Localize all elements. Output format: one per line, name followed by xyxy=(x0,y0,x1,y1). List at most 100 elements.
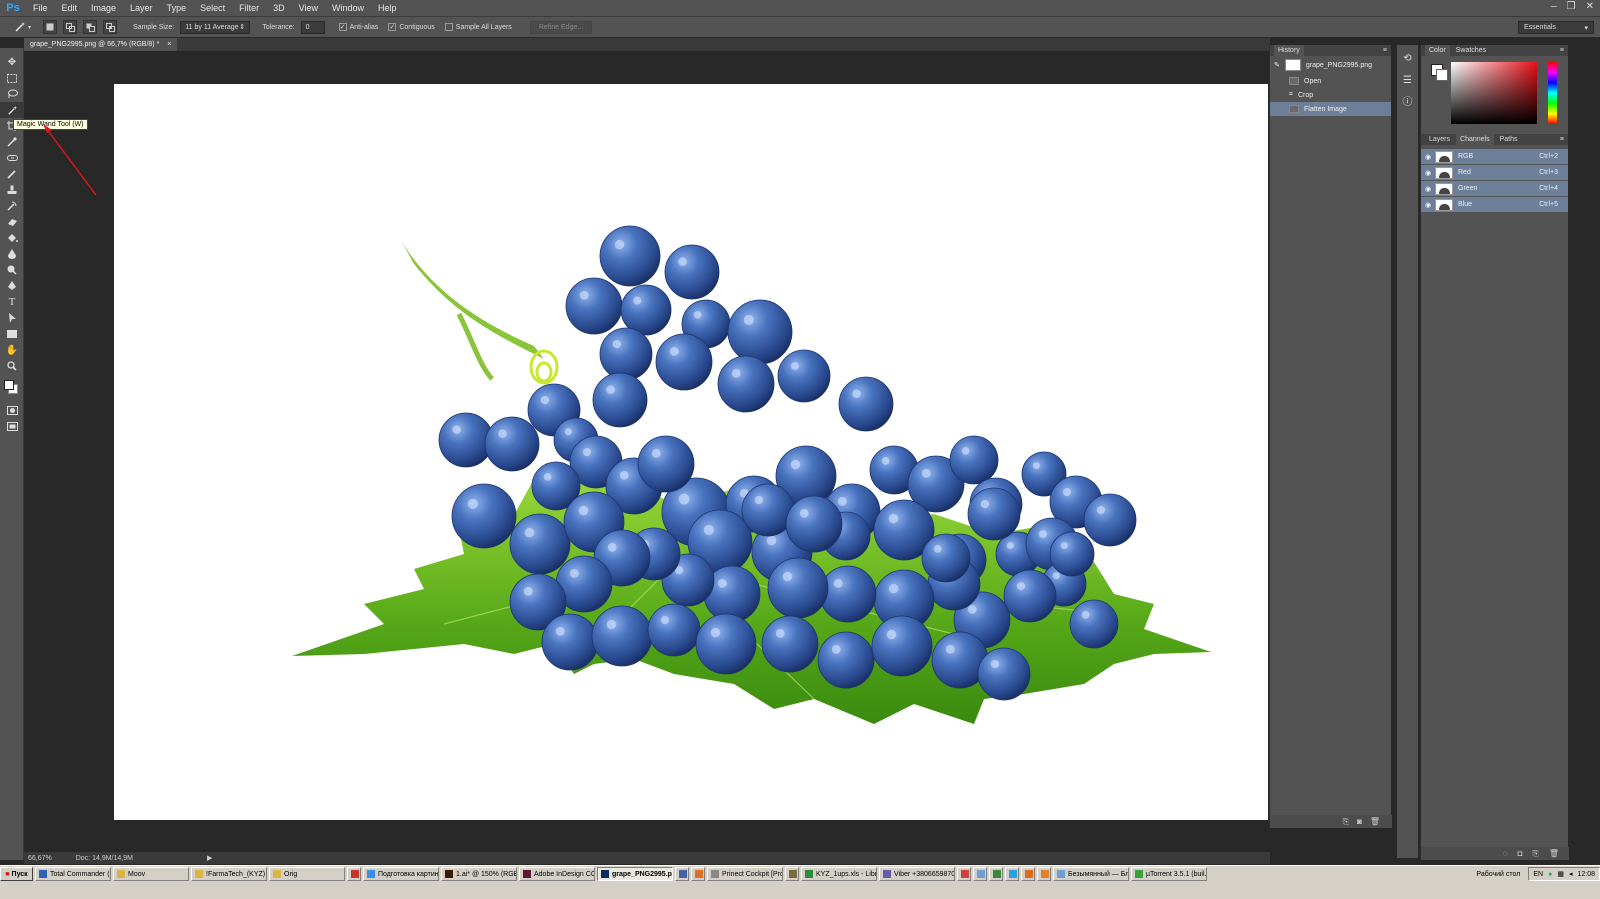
foreground-color-swatch[interactable] xyxy=(4,380,14,390)
hand-tool-icon[interactable]: ✋ xyxy=(0,342,24,358)
contiguous-checkbox[interactable]: ✓ Contiguous xyxy=(388,23,435,31)
dodge-tool-icon[interactable] xyxy=(0,262,24,278)
channel-red[interactable]: ◉ Red Ctrl+3 xyxy=(1421,165,1568,181)
sample-size-select[interactable]: 11 by 11 Average ⇕ xyxy=(180,20,251,34)
restore-icon[interactable]: ❐ xyxy=(1567,1,1576,12)
path-selection-tool-icon[interactable] xyxy=(0,310,24,326)
trash-icon[interactable]: 🗑 xyxy=(1549,849,1559,858)
taskbar-button[interactable] xyxy=(347,867,361,881)
taskbar-button[interactable]: Prinect Cockpit [Prod... xyxy=(707,867,783,881)
tray-volume-icon[interactable]: ◂ xyxy=(1569,870,1573,878)
zoom-level[interactable]: 66,67% xyxy=(28,855,52,862)
blur-tool-icon[interactable] xyxy=(0,246,24,262)
eye-icon[interactable]: ◉ xyxy=(1421,201,1435,209)
eraser-tool-icon[interactable] xyxy=(0,214,24,230)
tool-preset-picker[interactable]: ▾ xyxy=(14,21,31,33)
snapshot-camera-icon[interactable]: ◙ xyxy=(1357,817,1362,826)
properties-panel-icon[interactable]: ☰ xyxy=(1400,73,1416,87)
intersect-selection-button[interactable] xyxy=(103,20,118,34)
hue-slider[interactable] xyxy=(1548,62,1557,124)
rectangle-tool-icon[interactable] xyxy=(0,326,24,342)
load-channel-selection-icon[interactable]: ◌ xyxy=(1503,849,1508,858)
sample-all-layers-checkbox[interactable]: Sample All Layers xyxy=(444,23,512,31)
taskbar-button[interactable] xyxy=(785,867,799,881)
color-field[interactable] xyxy=(1451,62,1537,124)
taskbar-button[interactable]: KYZ_1ups.xls - Libre... xyxy=(801,867,877,881)
tab-channels[interactable]: Channels xyxy=(1456,134,1494,145)
menu-select[interactable]: Select xyxy=(193,0,232,17)
pen-tool-icon[interactable] xyxy=(0,278,24,294)
brush-tool-icon[interactable] xyxy=(0,166,24,182)
new-channel-icon[interactable]: ⎘ xyxy=(1532,849,1538,859)
status-menu-arrow-icon[interactable]: ▶ xyxy=(207,854,212,862)
history-panel-icon[interactable]: ⟲ xyxy=(1400,51,1416,65)
workspace-switcher[interactable]: Essentials ▾ xyxy=(1518,21,1594,34)
type-tool-icon[interactable]: T xyxy=(0,294,24,310)
history-step-crop[interactable]: ⌗ Crop xyxy=(1270,88,1391,102)
taskbar-button[interactable]: 1.ai* @ 150% (RGB/... xyxy=(441,867,517,881)
screen-mode-icon[interactable] xyxy=(0,418,24,434)
magic-wand-tool-icon[interactable] xyxy=(0,102,24,118)
taskbar-button[interactable]: µTorrent 3.5.1 (buil... xyxy=(1131,867,1207,881)
panel-menu-icon[interactable]: ≡ xyxy=(1560,47,1568,54)
panel-menu-icon[interactable]: ≡ xyxy=(1560,136,1568,143)
tolerance-input[interactable]: 0 xyxy=(300,20,325,34)
lasso-tool-icon[interactable] xyxy=(0,86,24,102)
history-tab[interactable]: History xyxy=(1274,45,1304,56)
refine-edge-button[interactable]: Refine Edge... xyxy=(529,20,593,34)
subtract-selection-button[interactable] xyxy=(83,20,98,34)
desktop-toolbar[interactable]: Рабочий стол xyxy=(1472,867,1524,881)
history-step-open[interactable]: Open xyxy=(1270,74,1391,88)
channel-green[interactable]: ◉ Green Ctrl+4 xyxy=(1421,181,1568,197)
history-step-flatten-image[interactable]: Flatten Image xyxy=(1270,102,1391,116)
tab-swatches[interactable]: Swatches xyxy=(1452,47,1490,54)
panel-menu-icon[interactable]: ≡ xyxy=(1383,47,1387,54)
history-snapshot[interactable]: ✎ grape_PNG2995.png xyxy=(1270,56,1391,74)
taskbar-button[interactable]: Подготовка картин... xyxy=(363,867,439,881)
taskbar-button[interactable] xyxy=(1005,867,1019,881)
paint-bucket-tool-icon[interactable] xyxy=(0,230,24,246)
taskbar-button[interactable] xyxy=(691,867,705,881)
clock[interactable]: 12:08 xyxy=(1577,871,1595,878)
close-tab-icon[interactable]: × xyxy=(167,41,171,48)
tray-network-icon[interactable]: ▦ xyxy=(1557,870,1564,878)
taskbar-button[interactable] xyxy=(957,867,971,881)
marquee-tool-icon[interactable] xyxy=(0,70,24,86)
document-canvas[interactable] xyxy=(114,84,1268,820)
background-color-chip[interactable] xyxy=(1436,69,1448,81)
menu-image[interactable]: Image xyxy=(84,0,123,17)
channel-rgb[interactable]: ◉ RGB Ctrl+2 xyxy=(1421,149,1568,165)
menu-view[interactable]: View xyxy=(292,0,325,17)
taskbar-button[interactable] xyxy=(989,867,1003,881)
taskbar-button[interactable]: Adobe InDesign CC ... xyxy=(519,867,595,881)
taskbar-button[interactable]: Viber +380665987030 xyxy=(879,867,955,881)
color-swatches[interactable] xyxy=(0,376,23,402)
taskbar-button[interactable] xyxy=(973,867,987,881)
add-selection-button[interactable] xyxy=(63,20,78,34)
taskbar-button[interactable]: Безымянный — Бло... xyxy=(1053,867,1129,881)
trash-icon[interactable]: 🗑 xyxy=(1370,817,1380,826)
new-selection-button[interactable] xyxy=(43,20,58,34)
taskbar-button[interactable] xyxy=(1037,867,1051,881)
start-button[interactable]: ■ Пуск xyxy=(0,867,33,881)
taskbar-button[interactable] xyxy=(675,867,689,881)
taskbar-button[interactable]: Orig xyxy=(269,867,345,881)
taskbar-button[interactable]: grape_PNG2995.p... xyxy=(597,867,673,881)
menu-window[interactable]: Window xyxy=(325,0,371,17)
anti-alias-checkbox[interactable]: ✓ Anti-alias xyxy=(338,23,378,31)
eyedropper-tool-icon[interactable] xyxy=(0,134,24,150)
channel-blue[interactable]: ◉ Blue Ctrl+5 xyxy=(1421,197,1568,213)
info-panel-icon[interactable]: ⓘ xyxy=(1400,93,1416,108)
taskbar-button[interactable]: Total Commander (x... xyxy=(35,867,111,881)
taskbar-button[interactable]: !FarmaTech_(KYZ) xyxy=(191,867,267,881)
zoom-tool-icon[interactable] xyxy=(0,358,24,374)
language-indicator[interactable]: EN xyxy=(1533,871,1543,878)
healing-brush-tool-icon[interactable] xyxy=(0,150,24,166)
move-tool-icon[interactable]: ✥ xyxy=(0,54,24,70)
clone-stamp-tool-icon[interactable] xyxy=(0,182,24,198)
tab-color[interactable]: Color xyxy=(1425,45,1450,56)
menu-type[interactable]: Type xyxy=(160,0,194,17)
menu-filter[interactable]: Filter xyxy=(232,0,266,17)
taskbar-button[interactable]: Moov xyxy=(113,867,189,881)
document-size-info[interactable]: Doc: 14,9M/14,9M xyxy=(76,855,133,862)
